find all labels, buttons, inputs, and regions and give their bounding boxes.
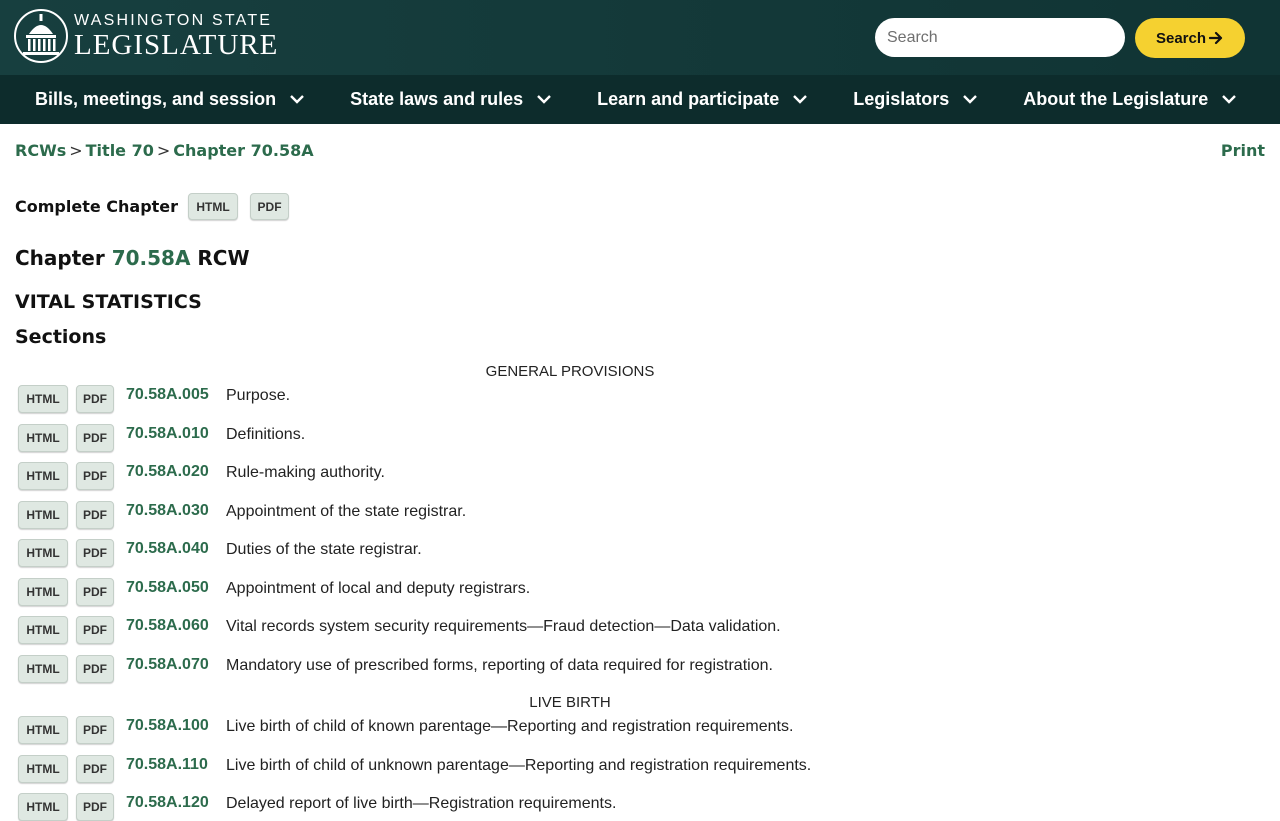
chapter-title: VITAL STATISTICS (15, 291, 202, 313)
chapter-suffix: RCW (197, 246, 250, 270)
section-title: Rule-making authority. (226, 464, 385, 481)
section-number-link[interactable]: 70.58A.070 (126, 656, 226, 674)
section-row: HTML PDF 70.58A.050 Appointment of local… (18, 578, 530, 606)
chapter-heading: Chapter 70.58A RCW (15, 246, 250, 270)
chevron-down-icon (290, 95, 304, 104)
section-row: HTML PDF 70.58A.120 Delayed report of li… (18, 793, 616, 821)
nav-state-laws-rules[interactable]: State laws and rules (350, 89, 552, 110)
chevron-down-icon (1222, 95, 1237, 104)
section-number-link[interactable]: 70.58A.005 (126, 386, 226, 404)
section-row: HTML PDF 70.58A.060 Vital records system… (18, 616, 781, 644)
section-title: Live birth of child of unknown parentage… (226, 757, 812, 774)
nav-label: About the Legislature (1023, 89, 1209, 109)
section-row: HTML PDF 70.58A.070 Mandatory use of pre… (18, 655, 773, 683)
group-title-live-birth: LIVE BIRTH (529, 694, 611, 711)
section-html-button[interactable]: HTML (18, 462, 68, 490)
section-title: Duties of the state registrar. (226, 541, 422, 558)
breadcrumb: RCWs > Title 70 > Chapter 70.58A (15, 141, 314, 160)
arrow-right-icon (1209, 31, 1223, 45)
logo-line-legislature: LEGISLATURE (74, 28, 279, 61)
print-link[interactable]: Print (1221, 141, 1265, 160)
section-title: Mandatory use of prescribed forms, repor… (226, 657, 773, 674)
section-html-button[interactable]: HTML (18, 578, 68, 606)
section-title: Delayed report of live birth—Registratio… (226, 795, 617, 812)
section-html-button[interactable]: HTML (18, 616, 68, 644)
breadcrumb-separator: > (69, 141, 83, 160)
section-title: Purpose. (226, 387, 291, 404)
breadcrumb-title-70[interactable]: Title 70 (86, 141, 154, 160)
nav-label: Legislators (853, 89, 950, 109)
breadcrumb-chapter[interactable]: Chapter 70.58A (173, 141, 313, 160)
section-row: HTML PDF 70.58A.020 Rule-making authorit… (18, 462, 385, 490)
section-number-link[interactable]: 70.58A.110 (126, 756, 226, 774)
section-pdf-button[interactable]: PDF (76, 385, 114, 413)
section-row: HTML PDF 70.58A.030 Appointment of the s… (18, 501, 466, 529)
section-html-button[interactable]: HTML (18, 424, 68, 452)
section-html-button[interactable]: HTML (18, 385, 68, 413)
section-number-link[interactable]: 70.58A.100 (126, 717, 226, 735)
search-button[interactable]: Search (1135, 18, 1245, 58)
section-title: Live birth of child of known parentage—R… (226, 718, 794, 735)
section-row: HTML PDF 70.58A.010 Definitions. (18, 424, 305, 452)
section-number-link[interactable]: 70.58A.120 (126, 794, 226, 812)
breadcrumb-separator: > (156, 141, 171, 160)
nav-about-legislature[interactable]: About the Legislature (1023, 89, 1237, 110)
section-title: Appointment of local and deputy registra… (226, 580, 531, 597)
section-number-link[interactable]: 70.58A.010 (126, 425, 226, 443)
section-row: HTML PDF 70.58A.110 Live birth of child … (18, 755, 811, 783)
nav-bills-meetings-session[interactable]: Bills, meetings, and session (35, 89, 304, 110)
section-pdf-button[interactable]: PDF (76, 793, 114, 821)
sections-heading: Sections (15, 326, 107, 348)
main-nav: Bills, meetings, and session State laws … (0, 75, 1280, 124)
complete-chapter: Complete Chapter HTML PDF (15, 193, 290, 220)
section-html-button[interactable]: HTML (18, 716, 68, 744)
chapter-number: 70.58A (111, 246, 191, 270)
nav-legislators[interactable]: Legislators (853, 89, 978, 110)
section-pdf-button[interactable]: PDF (76, 462, 114, 490)
section-title: Vital records system security requiremen… (226, 618, 781, 635)
nav-label: Bills, meetings, and session (35, 89, 277, 109)
chevron-down-icon (793, 95, 808, 104)
section-pdf-button[interactable]: PDF (76, 424, 114, 452)
nav-learn-participate[interactable]: Learn and participate (597, 89, 808, 110)
section-number-link[interactable]: 70.58A.050 (126, 579, 226, 597)
site-logo[interactable]: WASHINGTON STATE LEGISLATURE (14, 8, 278, 64)
complete-chapter-pdf-button[interactable]: PDF (250, 193, 290, 220)
chevron-down-icon (963, 95, 978, 104)
section-number-link[interactable]: 70.58A.030 (126, 502, 226, 520)
nav-label: Learn and participate (597, 89, 780, 109)
section-pdf-button[interactable]: PDF (76, 655, 114, 683)
group-title-general-provisions: GENERAL PROVISIONS (485, 363, 655, 380)
section-row: HTML PDF 70.58A.040 Duties of the state … (18, 539, 422, 567)
section-pdf-button[interactable]: PDF (76, 616, 114, 644)
complete-chapter-label: Complete Chapter (15, 197, 179, 216)
site-header: WASHINGTON STATE LEGISLATURE Search (0, 0, 1280, 75)
section-html-button[interactable]: HTML (18, 755, 68, 783)
breadcrumb-rcws[interactable]: RCWs (15, 141, 66, 160)
complete-chapter-html-button[interactable]: HTML (188, 193, 239, 220)
section-pdf-button[interactable]: PDF (76, 716, 114, 744)
section-row: HTML PDF 70.58A.100 Live birth of child … (18, 716, 793, 744)
section-number-link[interactable]: 70.58A.020 (126, 463, 226, 481)
search-input[interactable] (875, 18, 1125, 57)
section-pdf-button[interactable]: PDF (76, 755, 114, 783)
search-button-label: Search (1155, 29, 1207, 47)
section-html-button[interactable]: HTML (18, 793, 68, 821)
section-pdf-button[interactable]: PDF (76, 501, 114, 529)
logo-line-state: WASHINGTON STATE (74, 11, 273, 29)
chevron-down-icon (537, 95, 552, 104)
section-number-link[interactable]: 70.58A.060 (126, 617, 226, 635)
nav-label: State laws and rules (350, 89, 524, 109)
section-pdf-button[interactable]: PDF (76, 578, 114, 606)
section-title: Appointment of the state registrar. (226, 503, 467, 520)
section-pdf-button[interactable]: PDF (76, 539, 114, 567)
capitol-dome-icon (14, 9, 68, 63)
section-html-button[interactable]: HTML (18, 539, 68, 567)
chapter-prefix: Chapter (15, 246, 105, 270)
section-number-link[interactable]: 70.58A.040 (126, 540, 226, 558)
section-html-button[interactable]: HTML (18, 501, 68, 529)
section-html-button[interactable]: HTML (18, 655, 68, 683)
section-row: HTML PDF 70.58A.005 Purpose. (18, 385, 290, 413)
section-title: Definitions. (226, 426, 306, 443)
